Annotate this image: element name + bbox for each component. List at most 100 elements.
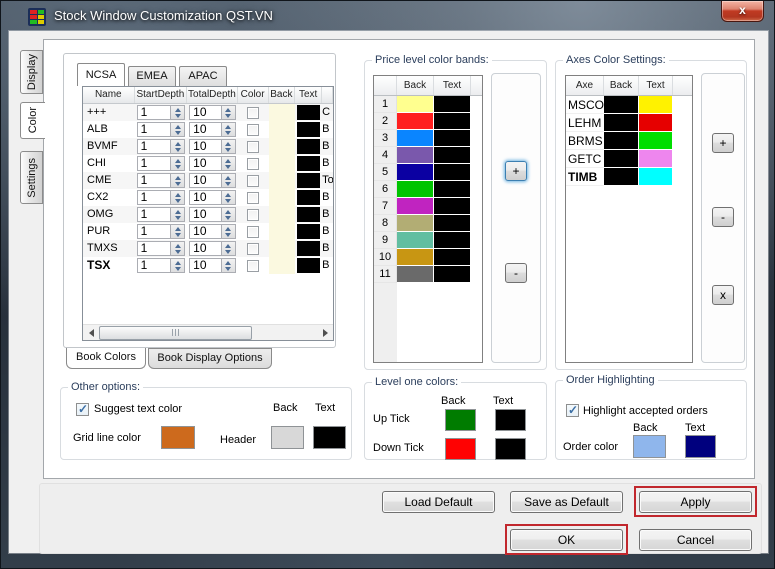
table-row[interactable]: CHI 1 10 B <box>83 155 333 172</box>
back-color-cell[interactable] <box>268 257 296 274</box>
down-tick-back-swatch[interactable] <box>445 438 476 460</box>
band-back-swatch[interactable] <box>397 249 434 266</box>
side-tab-color[interactable]: Color <box>20 102 45 139</box>
startdepth-spinner[interactable]: 1 <box>136 156 186 171</box>
spinner-arrows[interactable] <box>170 174 185 187</box>
totaldepth-spinner[interactable]: 10 <box>189 105 236 120</box>
spinner-arrows[interactable] <box>220 225 235 238</box>
color-checkbox[interactable] <box>247 140 260 153</box>
down-tick-text-swatch[interactable] <box>495 438 526 460</box>
totaldepth-spinner[interactable]: 10 <box>189 173 236 188</box>
axe-back-swatch[interactable] <box>604 132 639 150</box>
color-checkbox[interactable] <box>247 123 260 136</box>
spinner-arrows[interactable] <box>220 123 235 136</box>
text-color-cell[interactable] <box>295 206 322 223</box>
highlight-accepted-orders-checkbox[interactable] <box>566 403 579 417</box>
band-back-swatch[interactable] <box>397 198 434 215</box>
axe-row[interactable]: BRMS <box>566 132 692 150</box>
band-text-swatch[interactable] <box>434 96 471 113</box>
color-checkbox[interactable] <box>247 174 260 187</box>
back-color-cell[interactable] <box>268 155 296 172</box>
startdepth-spinner[interactable]: 1 <box>136 207 186 222</box>
band-text-swatch[interactable] <box>434 249 471 266</box>
price-band-row[interactable]: 4 <box>374 147 482 164</box>
table-row[interactable]: ALB 1 10 B <box>83 121 333 138</box>
price-band-row[interactable]: 9 <box>374 232 482 249</box>
tab-book-display-options[interactable]: Book Display Options <box>148 348 272 369</box>
axe-text-swatch[interactable] <box>639 150 673 168</box>
text-color-cell[interactable] <box>295 240 322 257</box>
startdepth-spinner[interactable]: 1 <box>136 122 186 137</box>
up-tick-text-swatch[interactable] <box>495 409 526 431</box>
spinner-arrows[interactable] <box>170 242 185 255</box>
spinner-arrows[interactable] <box>220 191 235 204</box>
band-back-swatch[interactable] <box>397 215 434 232</box>
band-text-swatch[interactable] <box>434 198 471 215</box>
band-back-swatch[interactable] <box>397 266 434 283</box>
band-text-swatch[interactable] <box>434 232 471 249</box>
scrollbar-track[interactable] <box>99 325 317 341</box>
band-text-swatch[interactable] <box>434 215 471 232</box>
region-tab-ncsa[interactable]: NCSA <box>77 63 125 86</box>
column-header-name[interactable]: Name <box>83 87 135 103</box>
order-back-swatch[interactable] <box>633 435 666 458</box>
side-tab-display[interactable]: Display <box>20 50 43 94</box>
column-header-text[interactable]: Text <box>295 87 323 103</box>
text-color-cell[interactable] <box>295 223 322 240</box>
text-color-cell[interactable] <box>295 172 322 189</box>
text-color-cell[interactable] <box>295 155 322 172</box>
table-row[interactable]: CME 1 10 To <box>83 172 333 189</box>
axe-back-swatch[interactable] <box>604 114 639 132</box>
column-header-startdepth[interactable]: StartDepth <box>135 87 188 103</box>
spinner-arrows[interactable] <box>220 174 235 187</box>
totaldepth-spinner[interactable]: 10 <box>189 156 236 171</box>
color-checkbox[interactable] <box>247 259 260 272</box>
spinner-arrows[interactable] <box>220 208 235 221</box>
region-tab-emea[interactable]: EMEA <box>128 66 176 86</box>
axe-back-swatch[interactable] <box>604 96 639 114</box>
axe-text-swatch[interactable] <box>639 114 673 132</box>
startdepth-spinner[interactable]: 1 <box>136 105 186 120</box>
spinner-arrows[interactable] <box>170 140 185 153</box>
column-header-totaldepth[interactable]: TotalDepth <box>187 87 238 103</box>
table-row[interactable]: TSX 1 10 B <box>83 257 333 274</box>
band-text-swatch[interactable] <box>434 181 471 198</box>
axe-row[interactable]: LEHM <box>566 114 692 132</box>
totaldepth-spinner[interactable]: 10 <box>189 190 236 205</box>
band-back-swatch[interactable] <box>397 130 434 147</box>
totaldepth-spinner[interactable]: 10 <box>189 122 236 137</box>
price-band-row[interactable]: 10 <box>374 249 482 266</box>
totaldepth-spinner[interactable]: 10 <box>189 207 236 222</box>
table-row[interactable]: +++ 1 10 C <box>83 104 333 121</box>
up-tick-back-swatch[interactable] <box>445 409 476 431</box>
tab-book-colors[interactable]: Book Colors <box>66 348 146 369</box>
spinner-arrows[interactable] <box>170 157 185 170</box>
band-back-swatch[interactable] <box>397 147 434 164</box>
axe-text-swatch[interactable] <box>639 168 673 186</box>
price-band-row[interactable]: 7 <box>374 198 482 215</box>
spinner-arrows[interactable] <box>170 225 185 238</box>
title-bar[interactable]: Stock Window Customization QST.VN x <box>1 1 774 31</box>
spinner-arrows[interactable] <box>220 140 235 153</box>
close-button[interactable]: x <box>721 1 764 22</box>
table-row[interactable]: OMG 1 10 B <box>83 206 333 223</box>
scroll-right-arrow-icon[interactable] <box>317 325 333 341</box>
band-back-swatch[interactable] <box>397 164 434 181</box>
back-color-cell[interactable] <box>268 138 296 155</box>
band-back-swatch[interactable] <box>397 96 434 113</box>
totaldepth-spinner[interactable]: 10 <box>189 139 236 154</box>
startdepth-spinner[interactable]: 1 <box>136 241 186 256</box>
back-color-cell[interactable] <box>268 121 296 138</box>
axe-row[interactable]: TIMB <box>566 168 692 186</box>
add-axe-button[interactable]: + <box>712 133 734 153</box>
spinner-arrows[interactable] <box>170 259 185 272</box>
add-band-button[interactable]: + <box>505 161 527 181</box>
axe-row[interactable]: GETC <box>566 150 692 168</box>
spinner-arrows[interactable] <box>220 242 235 255</box>
price-band-row[interactable]: 8 <box>374 215 482 232</box>
totaldepth-spinner[interactable]: 10 <box>189 241 236 256</box>
band-text-swatch[interactable] <box>434 164 471 181</box>
column-header-back[interactable]: Back <box>269 87 296 103</box>
price-band-row[interactable]: 6 <box>374 181 482 198</box>
band-back-swatch[interactable] <box>397 113 434 130</box>
